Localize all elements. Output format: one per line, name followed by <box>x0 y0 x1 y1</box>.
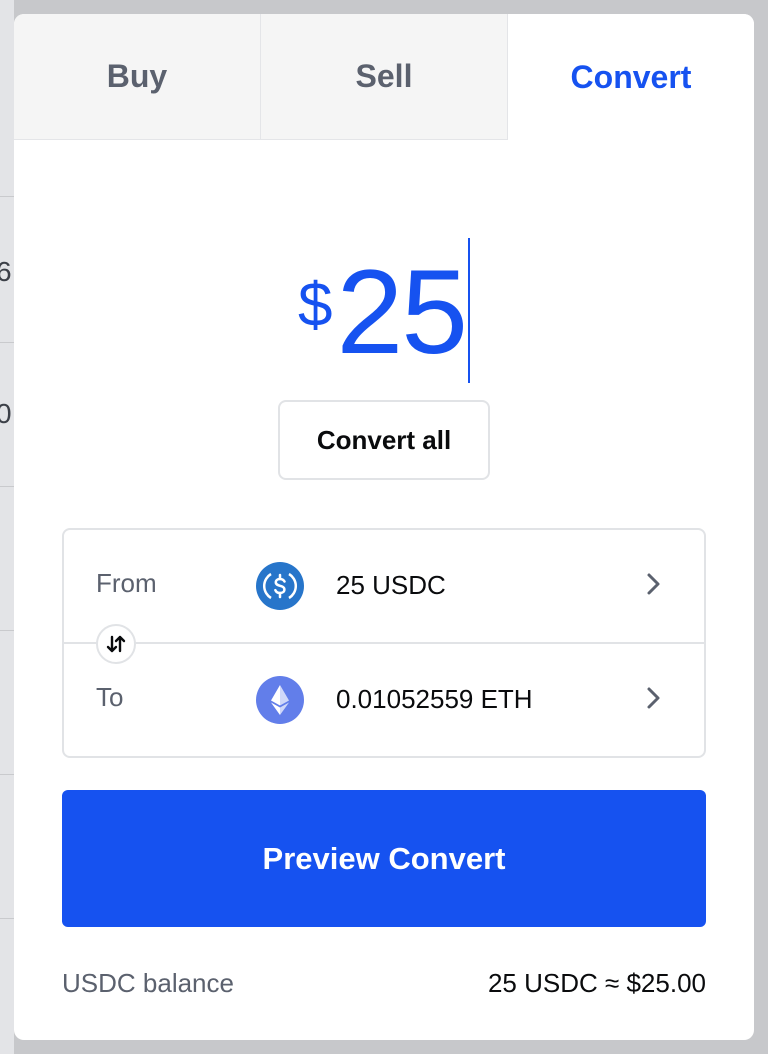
swap-assets-button[interactable] <box>96 624 136 664</box>
text-cursor <box>467 238 470 383</box>
chevron-right-icon <box>647 687 660 709</box>
background-page <box>0 0 14 1054</box>
tab-convert[interactable]: Convert <box>507 14 754 140</box>
convert-all-button[interactable]: Convert all <box>278 400 490 480</box>
preview-convert-button[interactable]: Preview Convert <box>62 790 706 927</box>
background-divider <box>0 630 14 631</box>
conversion-panel: From 25 USDC To 0.01052559 ETH <box>62 528 706 758</box>
to-asset-row[interactable]: To 0.01052559 ETH <box>64 644 704 757</box>
from-label: From <box>96 568 157 598</box>
trade-tabs: Buy Sell Convert <box>14 14 754 140</box>
background-divider <box>0 196 14 197</box>
tab-buy[interactable]: Buy <box>14 14 260 140</box>
background-text-fragment: 6 <box>0 256 12 287</box>
background-divider <box>0 486 14 487</box>
background-divider <box>0 774 14 775</box>
to-amount: 0.01052559 ETH <box>336 684 533 714</box>
balance-label: USDC balance <box>62 968 234 998</box>
tab-sell[interactable]: Sell <box>260 14 507 140</box>
eth-coin-icon <box>256 676 304 724</box>
from-amount: 25 USDC <box>336 570 446 600</box>
background-divider <box>0 918 14 919</box>
background-divider <box>0 342 14 343</box>
swap-arrows-icon <box>106 635 126 653</box>
chevron-right-icon <box>647 573 660 595</box>
currency-symbol: $ <box>298 271 333 340</box>
trade-modal: Buy Sell Convert $ 25 Convert all From 2… <box>14 14 754 1040</box>
from-asset-row[interactable]: From 25 USDC <box>64 530 704 643</box>
amount-value: 25 <box>336 245 468 379</box>
balance-value: 25 USDC ≈ $25.00 <box>487 968 706 998</box>
amount-input[interactable]: $ 25 <box>14 238 754 392</box>
to-label: To <box>96 682 124 712</box>
background-text-fragment: 0 <box>0 398 12 429</box>
usdc-coin-icon <box>256 562 304 610</box>
